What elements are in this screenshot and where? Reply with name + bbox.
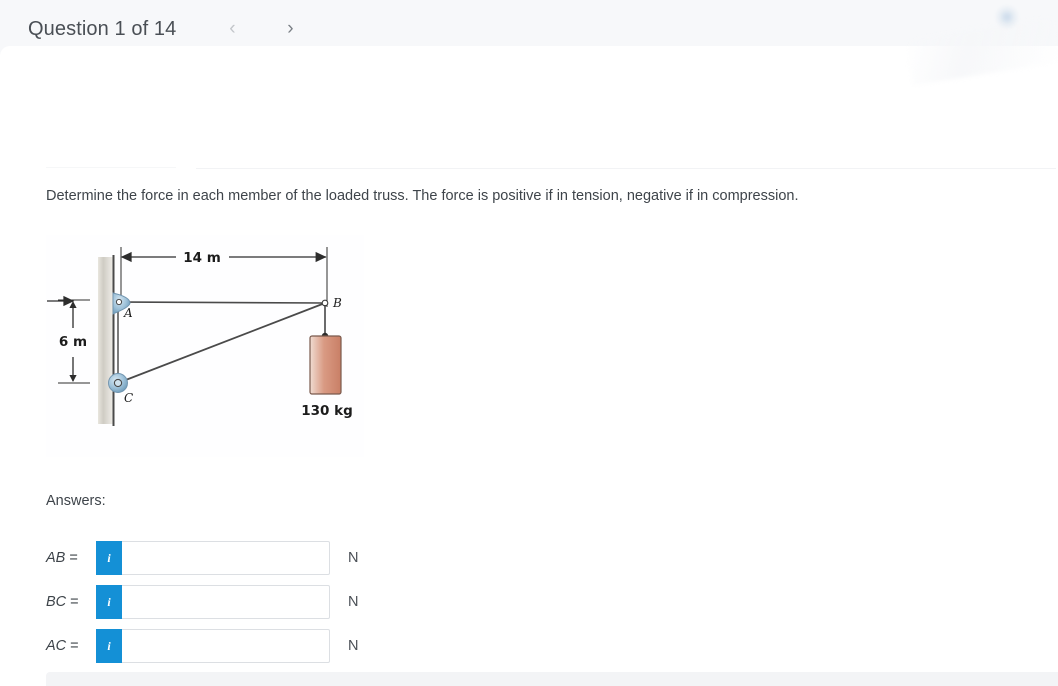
page-title: Question 1 of 14 (28, 17, 177, 40)
node-label-a: A (123, 306, 133, 320)
chevron-right-icon[interactable]: › (272, 14, 308, 44)
answer-row-ab: AB = i N (46, 541, 358, 575)
answer-label-bc: BC = (46, 594, 79, 610)
answer-input-bc[interactable] (122, 586, 329, 618)
answer-label-ab: AB = (46, 550, 78, 566)
answer-input-ac[interactable] (122, 630, 329, 662)
question-prompt: Determine the force in each member of th… (46, 188, 799, 204)
truss-figure: 14 m 6 m A C B 130 kg (46, 235, 364, 457)
info-icon[interactable]: i (96, 585, 122, 619)
answer-unit-ab: N (348, 550, 359, 566)
node-label-c: C (124, 391, 133, 405)
info-icon[interactable]: i (96, 629, 122, 663)
info-icon[interactable]: i (96, 541, 122, 575)
dimension-label-vertical: 6 m (59, 334, 87, 350)
answer-row-bc: BC = i N (46, 585, 358, 619)
answer-unit-ac: N (348, 638, 359, 654)
question-header: Question 1 of 14 ‹ › (28, 14, 308, 44)
answer-unit-bc: N (348, 594, 359, 610)
answer-input-group-ab[interactable]: i (96, 541, 330, 575)
chevron-left-icon[interactable]: ‹ (214, 14, 250, 44)
load-label: 130 kg (301, 403, 353, 419)
corner-orb-icon (994, 4, 1020, 30)
answer-input-ab[interactable] (122, 542, 329, 574)
answer-input-group-ac[interactable]: i (96, 629, 330, 663)
answer-row-ac: AC = i N (46, 629, 358, 663)
answers-heading: Answers: (46, 493, 106, 509)
node-label-b: B (332, 296, 342, 310)
answer-label-ac: AC = (46, 638, 79, 654)
content-divider (196, 168, 1056, 169)
answer-input-group-bc[interactable]: i (96, 585, 330, 619)
answers-list: AB = i N BC = i N AC = i N (46, 541, 358, 673)
page-bottom-band (46, 672, 1058, 686)
dimension-label-horizontal: 14 m (183, 250, 221, 266)
content-divider-left (46, 167, 176, 168)
